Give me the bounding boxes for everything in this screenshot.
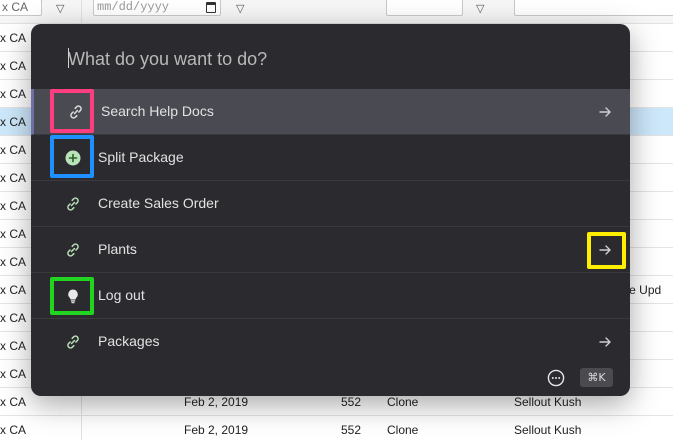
command-item-search-help-docs[interactable]: Search Help Docs bbox=[31, 89, 630, 135]
type-filter-input[interactable] bbox=[386, 0, 463, 16]
location-cell: x CA bbox=[0, 199, 27, 213]
highlight-box-blue bbox=[50, 135, 94, 178]
location-cell: x CA bbox=[0, 283, 27, 297]
location-cell: x CA bbox=[0, 423, 27, 437]
funnel-icon[interactable]: ▽ bbox=[56, 2, 64, 15]
date-cell: Feb 2, 2019 bbox=[184, 423, 249, 437]
chat-bubble-icon[interactable] bbox=[547, 369, 565, 387]
command-item-label: Plants bbox=[98, 241, 137, 257]
shortcut-badge: ⌘K bbox=[580, 368, 613, 387]
strain-cell: Sellout Kush bbox=[514, 395, 582, 409]
highlight-box-yellow bbox=[587, 232, 626, 269]
arrow-right-icon[interactable] bbox=[598, 333, 612, 351]
location-cell: x CA bbox=[0, 171, 27, 185]
command-item-label: Log out bbox=[98, 287, 145, 303]
command-palette: Search Help Docs Split Package Create Sa… bbox=[31, 24, 630, 396]
filter-bar: x CA ▽ mm/dd/yyyy ▽ ▽ bbox=[0, 0, 673, 24]
highlight-box-pink bbox=[50, 89, 94, 133]
command-item-label: Split Package bbox=[98, 149, 184, 165]
calendar-icon[interactable] bbox=[206, 2, 216, 13]
command-item-label: Packages bbox=[98, 333, 160, 349]
arrow-right-icon[interactable] bbox=[598, 103, 612, 121]
location-cell: x CA bbox=[0, 227, 27, 241]
count-cell: 552 bbox=[341, 395, 362, 409]
location-cell: x CA bbox=[0, 367, 27, 381]
highlight-box-green bbox=[50, 277, 94, 315]
link-icon bbox=[67, 335, 79, 349]
command-item-plants[interactable]: Plants bbox=[31, 227, 630, 273]
link-icon bbox=[67, 197, 79, 211]
date-cell: Feb 2, 2019 bbox=[184, 395, 249, 409]
command-item-split-package[interactable]: Split Package bbox=[31, 135, 630, 181]
command-item-packages[interactable]: Packages bbox=[31, 319, 630, 365]
location-cell: x CA bbox=[0, 395, 27, 409]
command-item-log-out[interactable]: Log out bbox=[31, 273, 630, 319]
type-cell: Clone bbox=[387, 395, 419, 409]
location-cell: x CA bbox=[0, 143, 27, 157]
count-cell: 552 bbox=[341, 423, 362, 437]
strain-filter-input[interactable] bbox=[514, 0, 673, 16]
date-filter-input[interactable]: mm/dd/yyyy bbox=[93, 0, 221, 16]
location-cell: x CA bbox=[0, 311, 27, 325]
type-cell: Clone bbox=[387, 423, 419, 437]
table-row[interactable]: x CA Feb 2, 2019 552 Clone Sellout Kush bbox=[0, 416, 673, 440]
location-filter-input[interactable]: x CA bbox=[0, 0, 42, 16]
command-item-create-sales-order[interactable]: Create Sales Order bbox=[31, 181, 630, 227]
location-cell: x CA bbox=[0, 59, 27, 73]
strain-cell: Sellout Kush bbox=[514, 423, 582, 437]
text-cursor bbox=[68, 48, 69, 68]
command-search-input[interactable] bbox=[68, 46, 588, 72]
funnel-icon[interactable]: ▽ bbox=[236, 2, 244, 15]
command-item-label: Create Sales Order bbox=[98, 195, 219, 211]
funnel-icon[interactable]: ▽ bbox=[476, 2, 484, 15]
command-item-label: Search Help Docs bbox=[101, 103, 214, 119]
location-cell: x CA bbox=[0, 255, 27, 269]
location-cell: x CA bbox=[0, 31, 27, 45]
location-cell: x CA bbox=[0, 87, 27, 101]
location-cell: x CA bbox=[0, 339, 27, 353]
link-icon bbox=[67, 243, 79, 257]
date-placeholder: mm/dd/yyyy bbox=[97, 0, 170, 14]
location-cell: x CA bbox=[0, 115, 27, 129]
